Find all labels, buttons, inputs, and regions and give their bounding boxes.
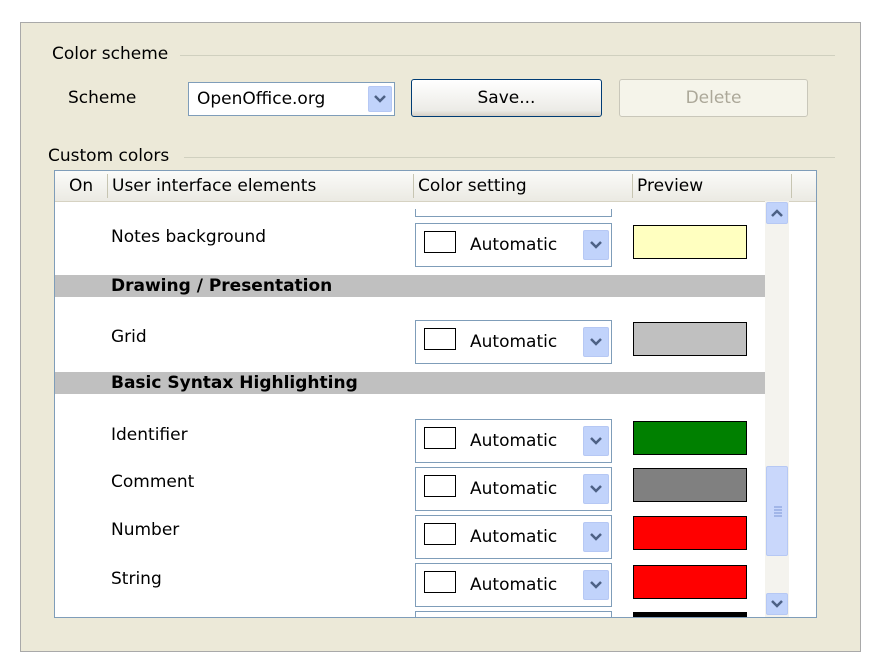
- color-select-notes-background[interactable]: Automatic: [415, 223, 612, 267]
- scheme-select[interactable]: OpenOffice.org: [188, 82, 395, 116]
- preview-string: [633, 565, 747, 599]
- header-preview[interactable]: Preview: [633, 171, 793, 201]
- row-label-identifier: Identifier: [111, 425, 188, 445]
- group-header-label: Drawing / Presentation: [111, 276, 333, 296]
- header-setting[interactable]: Color setting: [414, 171, 632, 201]
- chevron-down-icon: [590, 437, 602, 445]
- scheme-label: Scheme: [68, 88, 136, 108]
- vertical-scrollbar[interactable]: [765, 201, 789, 617]
- preview-partial: [633, 612, 747, 617]
- grip-icon: [774, 506, 782, 517]
- color-dropdown-button[interactable]: [583, 426, 609, 456]
- color-dropdown-button[interactable]: [583, 570, 609, 600]
- chevron-down-icon: [590, 485, 602, 493]
- color-swatch: [424, 523, 456, 545]
- custom-colors-divider: [184, 157, 835, 158]
- row-label-number: Number: [111, 520, 180, 540]
- header-separator: [791, 174, 792, 198]
- chevron-up-icon: [771, 209, 783, 217]
- row-label-comment: Comment: [111, 472, 195, 492]
- save-button[interactable]: Save...: [411, 79, 602, 117]
- scroll-down-button[interactable]: [766, 593, 788, 615]
- color-scheme-group-label: Color scheme: [52, 44, 175, 64]
- preview-identifier: [633, 421, 747, 455]
- delete-button[interactable]: Delete: [619, 79, 808, 117]
- chevron-down-icon: [590, 338, 602, 346]
- color-select-value: Automatic: [470, 431, 558, 451]
- color-select-partial[interactable]: [415, 611, 612, 617]
- color-dropdown-button[interactable]: [583, 230, 609, 260]
- list-header: On User interface elements Color setting…: [55, 171, 816, 202]
- scheme-dropdown-button[interactable]: [368, 86, 392, 112]
- color-select-comment[interactable]: Automatic: [415, 467, 612, 511]
- color-select-number[interactable]: Automatic: [415, 515, 612, 559]
- group-header-label: Basic Syntax Highlighting: [111, 373, 358, 393]
- color-dropdown-button[interactable]: [583, 327, 609, 357]
- color-swatch: [424, 427, 456, 449]
- color-select-value: Automatic: [470, 479, 558, 499]
- scheme-select-value: OpenOffice.org: [197, 89, 326, 109]
- chevron-down-icon: [590, 581, 602, 589]
- preview-grid: [633, 322, 747, 356]
- custom-colors-group-label: Custom colors: [48, 146, 176, 166]
- color-select-value: Automatic: [470, 332, 558, 352]
- preview-notes-background: [633, 225, 747, 259]
- color-dropdown-button[interactable]: [583, 522, 609, 552]
- color-scheme-divider: [180, 55, 835, 56]
- color-select-value: Automatic: [470, 527, 558, 547]
- color-select-value: Automatic: [470, 575, 558, 595]
- preview-number: [633, 516, 747, 550]
- row-label-string: String: [111, 569, 162, 589]
- color-dropdown-button[interactable]: [583, 474, 609, 504]
- scroll-up-button[interactable]: [766, 202, 788, 224]
- color-select-value: Automatic: [470, 235, 558, 255]
- color-swatch: [424, 475, 456, 497]
- group-header-drawing-presentation: Drawing / Presentation: [55, 275, 765, 297]
- chevron-down-icon: [374, 95, 386, 103]
- chevron-down-icon: [771, 600, 783, 608]
- chevron-down-icon: [590, 533, 602, 541]
- delete-button-label: Delete: [685, 88, 742, 108]
- chevron-down-icon: [590, 241, 602, 249]
- row-label-notes-background: Notes background: [111, 227, 267, 247]
- group-header-basic-syntax: Basic Syntax Highlighting: [55, 372, 765, 394]
- scroll-thumb[interactable]: [766, 466, 788, 556]
- custom-colors-list[interactable]: On User interface elements Color setting…: [54, 170, 817, 618]
- color-select-grid[interactable]: Automatic: [415, 320, 612, 364]
- scheme-label-text: Scheme: [68, 88, 137, 108]
- header-elements[interactable]: User interface elements: [108, 171, 413, 201]
- preview-comment: [633, 468, 747, 502]
- color-swatch: [424, 571, 456, 593]
- color-select-identifier[interactable]: Automatic: [415, 419, 612, 463]
- color-select-string[interactable]: Automatic: [415, 563, 612, 607]
- color-swatch: [424, 231, 456, 253]
- color-select-partial[interactable]: [415, 209, 612, 217]
- color-swatch: [424, 328, 456, 350]
- header-on[interactable]: On: [65, 171, 107, 201]
- row-label-grid: Grid: [111, 327, 147, 347]
- save-button-label: Save...: [477, 88, 536, 108]
